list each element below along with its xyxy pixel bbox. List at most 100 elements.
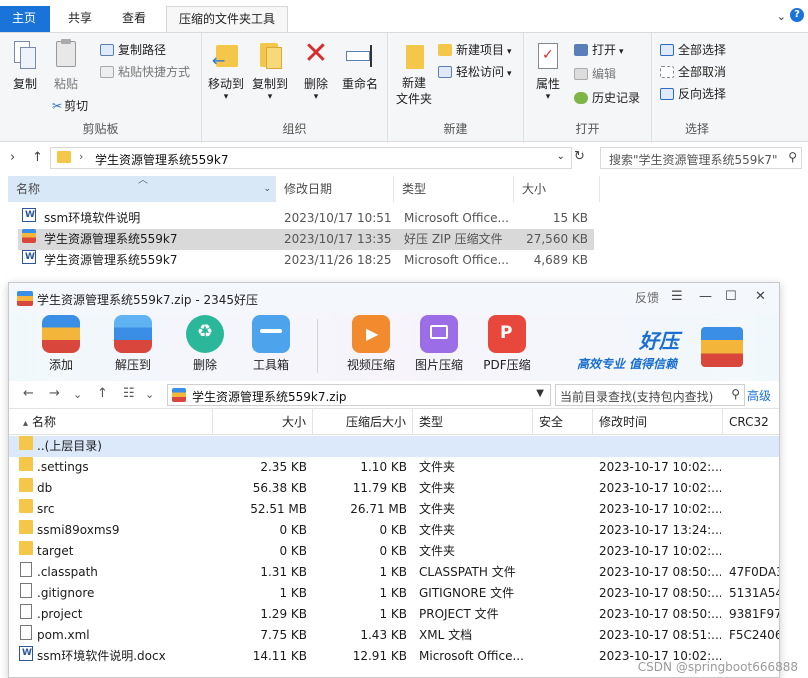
search-icon[interactable]: ⚲: [788, 150, 797, 164]
copy-path-button[interactable]: 复制路径: [100, 41, 166, 58]
archive-path: 学生资源管理系统559k7.zip: [192, 390, 347, 404]
view-mode-icon[interactable]: ☷: [123, 386, 135, 401]
toolbox-button[interactable]: 工具箱: [241, 315, 301, 373]
archive-row[interactable]: target 0 KB 0 KB 文件夹 2023-10-17 10:02:...: [9, 541, 779, 562]
tab-share[interactable]: 共享: [56, 6, 104, 32]
paste-button[interactable]: 粘贴: [50, 39, 82, 92]
invert-selection-button[interactable]: 反向选择: [660, 85, 726, 102]
image-compress-button[interactable]: 图片压缩: [407, 315, 471, 373]
search-icon[interactable]: ⚲: [731, 387, 740, 401]
view-mode-dropdown-icon[interactable]: ⌄: [145, 388, 154, 401]
easy-access-button[interactable]: 轻松访问 ▾: [438, 63, 512, 80]
open-button[interactable]: 打开 ▾: [574, 41, 624, 58]
copy-path-label: 复制路径: [118, 43, 167, 57]
column-header-name[interactable]: ▴ 名称: [9, 409, 213, 435]
feedback-link[interactable]: 反馈: [635, 289, 659, 306]
column-dropdown-icon[interactable]: ⌄: [263, 176, 271, 202]
column-header-compressed-size[interactable]: 压缩后大小: [313, 409, 413, 435]
new-item-button[interactable]: 新建项目 ▾: [438, 41, 512, 58]
cut-button[interactable]: ✂ 剪切: [52, 97, 88, 114]
archive-row[interactable]: pom.xml 7.75 KB 1.43 KB XML 文档 2023-10-17 08…: [9, 625, 779, 646]
select-none-button[interactable]: 全部取消: [660, 63, 726, 80]
column-header-name[interactable]: ︿ 名称 ⌄: [8, 175, 276, 202]
rename-button[interactable]: 重命名: [340, 39, 380, 92]
archive-search-input[interactable]: 当前目录查找(支持包内查找) ⚲: [555, 384, 745, 406]
help-icon[interactable]: ?: [790, 8, 804, 22]
rename-icon: [344, 39, 376, 71]
copy-button[interactable]: 复制: [10, 39, 40, 92]
close-icon[interactable]: ✕: [755, 289, 766, 304]
delete-archive-button[interactable]: ♻ 删除: [175, 315, 235, 373]
row-compressed-size: 11.79 KB: [352, 481, 407, 495]
folder-icon: [57, 151, 71, 163]
new-folder-button[interactable]: 新建 文件夹: [394, 39, 434, 107]
row-name: .settings: [37, 460, 89, 474]
tab-home[interactable]: 主页: [0, 6, 50, 32]
forward-arrow-icon[interactable]: →: [49, 386, 60, 401]
properties-button[interactable]: ✓ 属性 ▾: [532, 39, 564, 102]
tab-view[interactable]: 查看: [110, 6, 158, 32]
properties-dropdown-icon: ▾: [545, 92, 551, 102]
haozip-brand: 好压 高效专业 值得信赖: [577, 323, 757, 373]
archive-row[interactable]: .gitignore 1 KB 1 KB GITIGNORE 文件 2023-10-17…: [9, 583, 779, 604]
add-button[interactable]: 添加: [31, 315, 91, 373]
column-header-size[interactable]: 大小: [514, 176, 600, 202]
file-modified: 2023/11/26 18:25: [284, 253, 392, 267]
menu-icon[interactable]: ☰: [671, 289, 683, 304]
path-dropdown-icon[interactable]: ▼: [536, 388, 544, 399]
extract-to-button[interactable]: 解压到: [103, 315, 163, 373]
column-name-label: 名称: [16, 182, 41, 196]
delete-button[interactable]: ✕ 删除 ▾: [300, 39, 332, 103]
file-row[interactable]: 学生资源管理系统559k7 2023/11/26 18:25 Microsoft…: [18, 247, 594, 271]
copy-to-button[interactable]: 复制到 ▾: [250, 39, 290, 102]
advanced-search-link[interactable]: 高级: [747, 387, 771, 404]
archive-row[interactable]: ssmi89oxms9 0 KB 0 KB 文件夹 2023-10-17 13:24:.…: [9, 520, 779, 541]
column-header-crc32[interactable]: CRC32: [723, 409, 779, 435]
file-size: 4,689 KB: [533, 253, 588, 267]
move-to-button[interactable]: ← 移动到 ▾: [206, 39, 246, 102]
pdf-compress-button[interactable]: P PDF压缩: [475, 315, 539, 373]
column-header-size[interactable]: 大小: [213, 409, 313, 435]
file-name: 学生资源管理系统559k7: [44, 253, 178, 267]
address-dropdown-icon[interactable]: ⌄: [557, 151, 565, 162]
up-level-icon[interactable]: ↑: [97, 386, 108, 401]
select-none-icon: [660, 66, 674, 78]
select-all-button[interactable]: 全部选择: [660, 41, 726, 58]
column-header-type[interactable]: 类型: [413, 409, 533, 435]
archive-row[interactable]: src 52.51 MB 26.71 MB 文件夹 2023-10-17 10:02:.…: [9, 499, 779, 520]
archive-row[interactable]: db 56.38 KB 11.79 KB 文件夹 2023-10-17 10:02:..…: [9, 478, 779, 499]
ribbon-collapse-icon[interactable]: ⌄: [777, 10, 786, 23]
tab-compressed-folder-tools[interactable]: 压缩的文件夹工具: [166, 6, 289, 32]
column-header-modified[interactable]: 修改时间: [593, 409, 723, 435]
archive-row[interactable]: .project 1.29 KB 1 KB PROJECT 文件 2023-10-17 …: [9, 604, 779, 625]
refresh-icon[interactable]: ↻: [574, 149, 585, 164]
archive-row-parent[interactable]: ..(上层目录): [9, 436, 779, 457]
column-header-type[interactable]: 类型: [394, 176, 514, 202]
pdf-compress-icon: P: [488, 315, 526, 353]
column-header-modified[interactable]: 修改日期: [276, 176, 394, 202]
archive-row[interactable]: .settings 2.35 KB 1.10 KB 文件夹 2023-10-17 10:…: [9, 457, 779, 478]
history-button[interactable]: 历史记录: [574, 89, 640, 106]
edit-button[interactable]: 编辑: [574, 65, 616, 82]
archive-path-bar[interactable]: 学生资源管理系统559k7.zip ▼: [167, 384, 551, 406]
column-header-security[interactable]: 安全: [533, 409, 593, 435]
file-row[interactable]: ssm环境软件说明 2023/10/17 10:51 Microsoft Off…: [18, 205, 594, 229]
chevron-right-icon[interactable]: ›: [10, 150, 15, 165]
folder-icon: [19, 478, 33, 492]
back-arrow-icon[interactable]: ←: [23, 386, 34, 401]
minimize-icon[interactable]: —: [699, 289, 712, 304]
history-dropdown-icon[interactable]: ⌄: [73, 388, 82, 401]
video-compress-button[interactable]: ▶ 视频压缩: [339, 315, 403, 373]
archive-row[interactable]: .classpath 1.31 KB 1 KB CLASSPATH 文件 2023-10…: [9, 562, 779, 583]
paste-shortcut-button[interactable]: 粘贴快捷方式: [100, 63, 190, 80]
history-label: 历史记录: [592, 91, 641, 105]
file-row-selected[interactable]: 学生资源管理系统559k7 2023/10/17 13:35 好压 ZIP 压缩…: [18, 229, 594, 250]
address-bar[interactable]: › 学生资源管理系统559k7 ⌄: [50, 147, 572, 169]
copy-path-icon: [100, 44, 114, 56]
file-icon: [20, 604, 32, 619]
search-input[interactable]: 搜索"学生资源管理系统559k7" ⚲: [600, 147, 802, 169]
new-item-icon: [438, 44, 452, 56]
address-row: › ↑ › 学生资源管理系统559k7 ⌄ ↻ 搜索"学生资源管理系统559k7…: [0, 144, 808, 172]
maximize-icon[interactable]: ☐: [725, 289, 737, 304]
up-arrow-icon[interactable]: ↑: [32, 150, 43, 165]
